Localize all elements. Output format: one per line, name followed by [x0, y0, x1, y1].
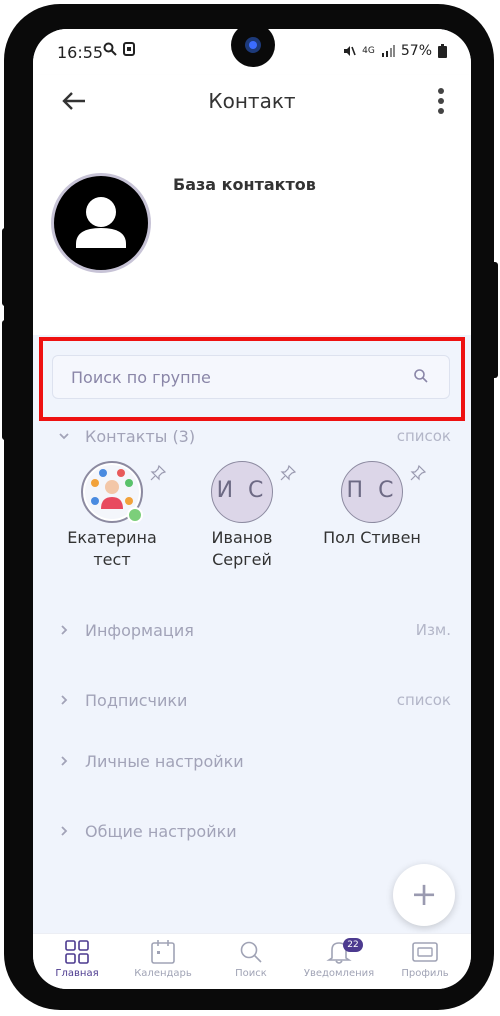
search-icon	[240, 941, 262, 963]
power-button	[2, 320, 10, 440]
contact-card[interactable]: И С Иванов Сергей	[182, 461, 302, 571]
chevron-right-icon	[61, 625, 68, 635]
nav-label: Уведомления	[303, 968, 375, 979]
notifications-badge: 22	[343, 938, 363, 952]
battery-icon	[438, 44, 447, 58]
contact-name-line2: Сергей	[212, 550, 272, 569]
nav-notifications[interactable]: 22 Уведомления	[299, 938, 379, 979]
contact-initials-avatar: И С	[211, 461, 273, 523]
contact-avatar[interactable]	[51, 173, 151, 273]
plus-icon: +	[410, 875, 438, 913]
nav-label: Поиск	[235, 968, 267, 979]
nav-search[interactable]: Поиск	[211, 940, 291, 979]
section-label: Информация	[85, 621, 194, 640]
chevron-down-icon	[59, 433, 69, 440]
phone-screen: 16:55 4G 57% Контакт База контактов Поис…	[33, 29, 471, 989]
magnifier-status-icon	[103, 42, 117, 56]
signal-icon	[381, 45, 395, 57]
chevron-right-icon	[61, 756, 68, 766]
nav-label: Главная	[55, 968, 99, 979]
section-general-settings[interactable]: Общие настройки	[33, 822, 471, 846]
chevron-right-icon	[61, 695, 68, 705]
contact-photo-avatar	[81, 461, 143, 523]
volume-button	[2, 228, 10, 306]
bottom-navigation: Главная Календарь Поиск 22 Уведомления П…	[33, 933, 471, 989]
section-subscribers[interactable]: Подписчики список	[33, 691, 471, 715]
battery-percent: 57%	[400, 43, 432, 59]
contacts-section-label: Контакты (3)	[85, 427, 196, 446]
nav-profile[interactable]: Профиль	[385, 940, 465, 979]
profile-card-icon	[412, 942, 438, 962]
contacts-section-header[interactable]: Контакты (3) список	[33, 427, 471, 451]
chevron-right-icon	[61, 826, 68, 836]
contact-card[interactable]: Екатерина тест	[52, 461, 172, 571]
calendar-icon	[151, 940, 175, 964]
person-icon	[76, 197, 126, 248]
add-fab-button[interactable]: +	[393, 864, 455, 926]
nav-label: Профиль	[401, 968, 449, 979]
status-time: 16:55	[57, 43, 104, 62]
pin-icon[interactable]	[410, 465, 426, 481]
contact-card[interactable]: П С Пол Стивен	[312, 461, 432, 571]
online-indicator	[127, 507, 143, 523]
pin-icon[interactable]	[150, 465, 166, 481]
network-type: 4G	[362, 45, 375, 56]
app-status-icon	[123, 42, 135, 56]
nav-label: Календарь	[134, 968, 192, 979]
contacts-list-link[interactable]: список	[397, 427, 451, 445]
nav-calendar[interactable]: Календарь	[123, 940, 203, 979]
edit-link[interactable]: Изм.	[416, 621, 451, 639]
contact-name-line1: Пол Стивен	[323, 528, 421, 547]
section-label: Общие настройки	[85, 822, 237, 841]
mute-icon	[344, 46, 356, 56]
section-label: Личные настройки	[85, 752, 244, 771]
more-vertical-icon[interactable]	[437, 87, 445, 115]
contact-initials-avatar: П С	[341, 461, 403, 523]
contact-base-title: База контактов	[173, 175, 316, 194]
app-bar: Контакт	[33, 75, 471, 127]
contact-header: База контактов	[33, 127, 471, 335]
grid-icon	[65, 940, 89, 964]
status-right-icons: 4G 57%	[342, 43, 447, 59]
nav-home[interactable]: Главная	[37, 940, 117, 979]
contact-name-line2: тест	[93, 550, 131, 569]
contact-name-line1: Иванов	[211, 528, 273, 547]
pin-icon[interactable]	[280, 465, 296, 481]
section-label: Подписчики	[85, 691, 188, 710]
section-information[interactable]: Информация Изм.	[33, 621, 471, 645]
section-personal-settings[interactable]: Личные настройки	[33, 752, 471, 776]
search-highlight-frame	[39, 337, 465, 421]
page-title: Контакт	[208, 89, 296, 113]
status-left-icons	[103, 42, 135, 56]
subscribers-list-link[interactable]: список	[397, 691, 451, 709]
side-key	[490, 262, 498, 378]
contact-name-line1: Екатерина	[67, 528, 157, 547]
